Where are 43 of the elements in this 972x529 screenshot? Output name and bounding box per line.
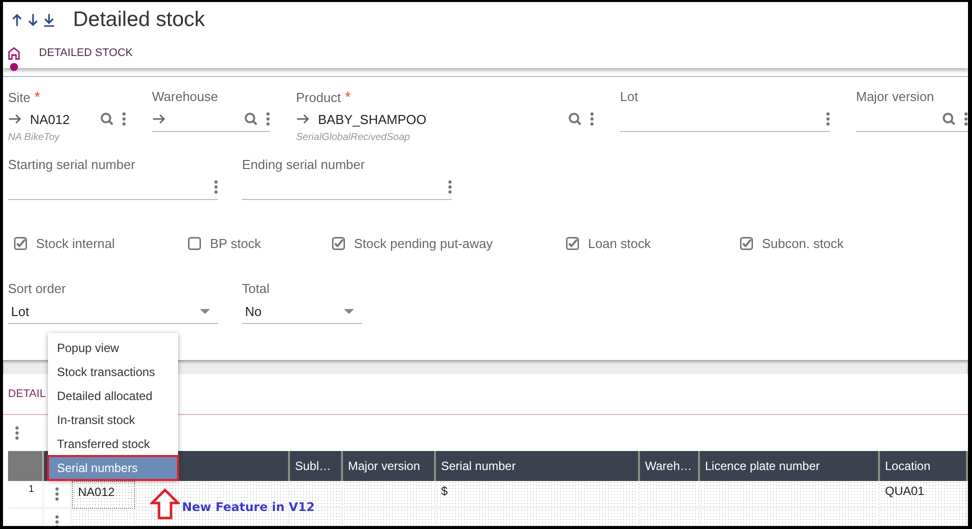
field-label: Site	[8, 90, 30, 105]
field-label: Major version	[856, 89, 934, 104]
checkbox-label: Subcon. stock	[762, 236, 844, 251]
menu-item[interactable]: In-transit stock	[48, 408, 178, 432]
field-description: NA BikeToy	[8, 132, 61, 143]
menu-item[interactable]: Popup view	[48, 336, 178, 360]
field-label: Warehouse	[152, 89, 218, 104]
breadcrumb-link[interactable]: DETAILED STOCK	[39, 47, 133, 59]
field-label: Ending serial number	[242, 157, 365, 172]
column-header[interactable]: Wareh…	[640, 451, 700, 481]
column-header[interactable]: Licence plate number	[700, 451, 880, 481]
table-cell: $	[436, 481, 640, 509]
section-title: DETAIL	[8, 388, 46, 400]
checkbox-label: Stock pending put-away	[354, 236, 493, 251]
field-value: BABY_SHAMPOO	[318, 112, 428, 126]
menu-item[interactable]: Transferred stock	[48, 432, 178, 456]
field-label: Starting serial number	[8, 157, 136, 172]
column-header[interactable]: Serial number	[436, 451, 640, 481]
field-label: Total	[242, 281, 270, 296]
field-value: NA012	[30, 112, 71, 126]
column-header[interactable]: Location	[880, 451, 968, 481]
input-field[interactable]: NA012	[8, 107, 126, 131]
menu-item[interactable]: Detailed allocated	[48, 384, 178, 408]
checkbox-label: BP stock	[210, 236, 262, 251]
required-mark: *	[34, 89, 40, 106]
dropdown[interactable]: No	[242, 299, 362, 324]
annotation-text: New Feature in V12	[182, 500, 315, 514]
required-mark: *	[344, 89, 351, 106]
dropdown[interactable]: Lot	[8, 299, 218, 324]
column-header[interactable]: Major version	[343, 451, 436, 481]
page-title: Detailed stock	[73, 8, 205, 32]
field-description: SerialGlobalRecivedSoap	[296, 132, 411, 143]
menu-item[interactable]: Stock transactions	[48, 360, 178, 384]
checkbox-label: Stock internal	[36, 236, 115, 251]
table-cell: NA012	[72, 481, 135, 509]
column-header[interactable]: Subl…	[290, 451, 343, 481]
field-label: Sort order	[8, 281, 66, 296]
input-field[interactable]: BABY_SHAMPOO	[296, 107, 594, 131]
checkbox-label: Loan stock	[588, 236, 651, 251]
field-label: Lot	[620, 89, 638, 104]
field-label: Product	[296, 90, 341, 105]
row-number: 1	[28, 484, 34, 495]
table-cell: QUA01	[880, 481, 968, 509]
